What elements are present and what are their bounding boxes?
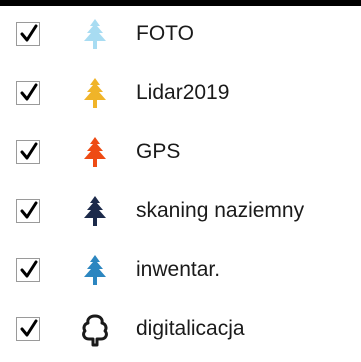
visibility-checkbox[interactable]: [16, 199, 40, 223]
layer-row-digitalicacja: digitalicacja: [0, 301, 361, 360]
checkmark-icon: [20, 24, 38, 42]
visibility-checkbox[interactable]: [16, 317, 40, 341]
visibility-checkbox[interactable]: [16, 81, 40, 105]
layer-row-gps: GPS: [0, 124, 361, 183]
checkmark-icon: [20, 83, 38, 101]
visibility-checkbox[interactable]: [16, 22, 40, 46]
layer-label: digitalicacja: [136, 317, 245, 340]
layer-row-foto: FOTO: [0, 6, 361, 65]
layer-row-lidar2019: Lidar2019: [0, 65, 361, 124]
visibility-checkbox[interactable]: [16, 258, 40, 282]
checkmark-icon: [20, 142, 38, 160]
layer-label: Lidar2019: [136, 81, 230, 104]
layer-label: FOTO: [136, 22, 194, 45]
tree-icon: [84, 78, 106, 108]
visibility-checkbox[interactable]: [16, 140, 40, 164]
tree-icon: [84, 19, 106, 49]
layer-row-skaning-naziemny: skaning naziemny: [0, 183, 361, 242]
layer-row-inwentar: inwentar.: [0, 242, 361, 301]
layer-label: GPS: [136, 140, 181, 163]
tree-icon: [84, 137, 106, 167]
layer-list: FOTO Lidar2019 GPS skaning naziemny inwe…: [0, 6, 361, 360]
checkmark-icon: [20, 319, 38, 337]
tree-outline-icon: [82, 314, 108, 347]
checkmark-icon: [20, 201, 38, 219]
checkmark-icon: [20, 260, 38, 278]
tree-icon: [84, 255, 106, 285]
layer-label: inwentar.: [136, 258, 221, 281]
tree-icon: [84, 196, 106, 226]
layer-label: skaning naziemny: [136, 199, 305, 222]
